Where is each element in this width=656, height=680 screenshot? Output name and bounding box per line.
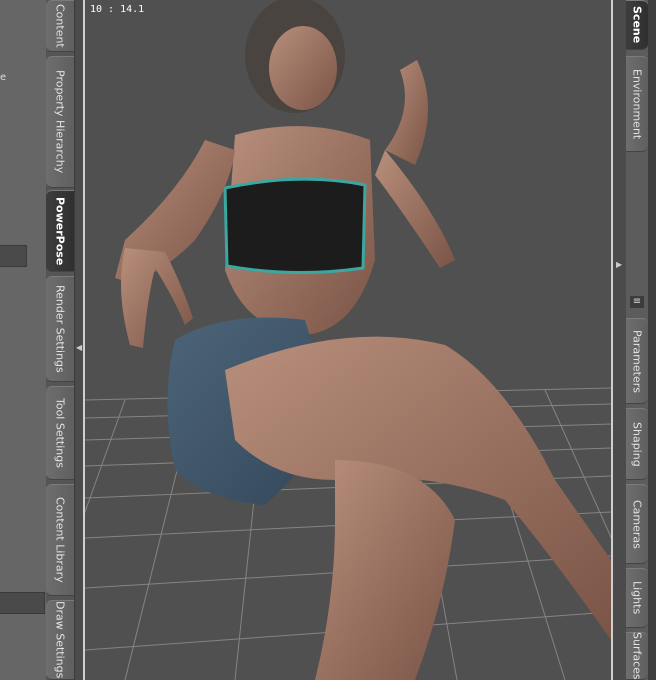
chevron-right-icon[interactable]: ▶ [616,260,622,269]
tab-label: Lights [630,581,644,615]
tab-content[interactable]: Content [46,0,74,52]
tab-label: Environment [630,68,644,140]
tab-label: Property Hierarchy [53,70,67,174]
tab-cameras[interactable]: Cameras [626,484,648,564]
left-pane-field[interactable] [0,245,27,267]
tab-label: Draw Settings [53,601,67,679]
tab-label: Scene [630,6,644,44]
tab-lights[interactable]: Lights [626,568,648,628]
tab-label: Shaping [630,421,644,467]
tab-powerpose[interactable]: PowerPose [46,190,74,272]
menu-icon[interactable]: ≡ [630,296,644,308]
tab-label: Cameras [630,499,644,549]
tab-scene[interactable]: Scene [626,0,648,50]
tab-label: Content Library [53,497,67,583]
tab-label: Surfaces [630,632,644,680]
3d-viewport[interactable]: 10 : 14.1 [83,0,613,680]
chevron-left-icon[interactable]: ◀ [76,343,82,352]
tab-tool-settings[interactable]: Tool Settings [46,386,74,480]
tab-draw-settings[interactable]: Draw Settings [46,600,74,680]
left-pane-field-2[interactable] [0,592,45,614]
left-pane-text: e [0,72,7,83]
left-tab-strip: Content Property Hierarchy PowerPose Ren… [46,0,74,680]
tab-surfaces[interactable]: Surfaces [626,632,648,680]
tab-parameters[interactable]: Parameters [626,318,648,404]
tab-render-settings[interactable]: Render Settings [46,276,74,382]
tab-label: Render Settings [53,285,67,373]
tab-shaping[interactable]: Shaping [626,408,648,480]
left-pane: e [0,0,46,680]
viewport-scene [85,0,611,680]
tab-property-hierarchy[interactable]: Property Hierarchy [46,56,74,188]
frame-counter: 10 : 14.1 [90,4,145,15]
tab-content-library[interactable]: Content Library [46,484,74,596]
right-edge [648,0,656,680]
right-splitter[interactable]: ▶ [613,0,627,680]
tab-label: Content [53,4,67,48]
tab-label: Parameters [630,329,644,393]
right-tab-strip: Scene Environment Parameters Shaping Cam… [626,0,648,680]
tab-environment[interactable]: Environment [626,56,648,152]
tab-label: PowerPose [53,196,67,266]
figure-model [115,0,611,680]
tab-label: Tool Settings [53,398,67,468]
